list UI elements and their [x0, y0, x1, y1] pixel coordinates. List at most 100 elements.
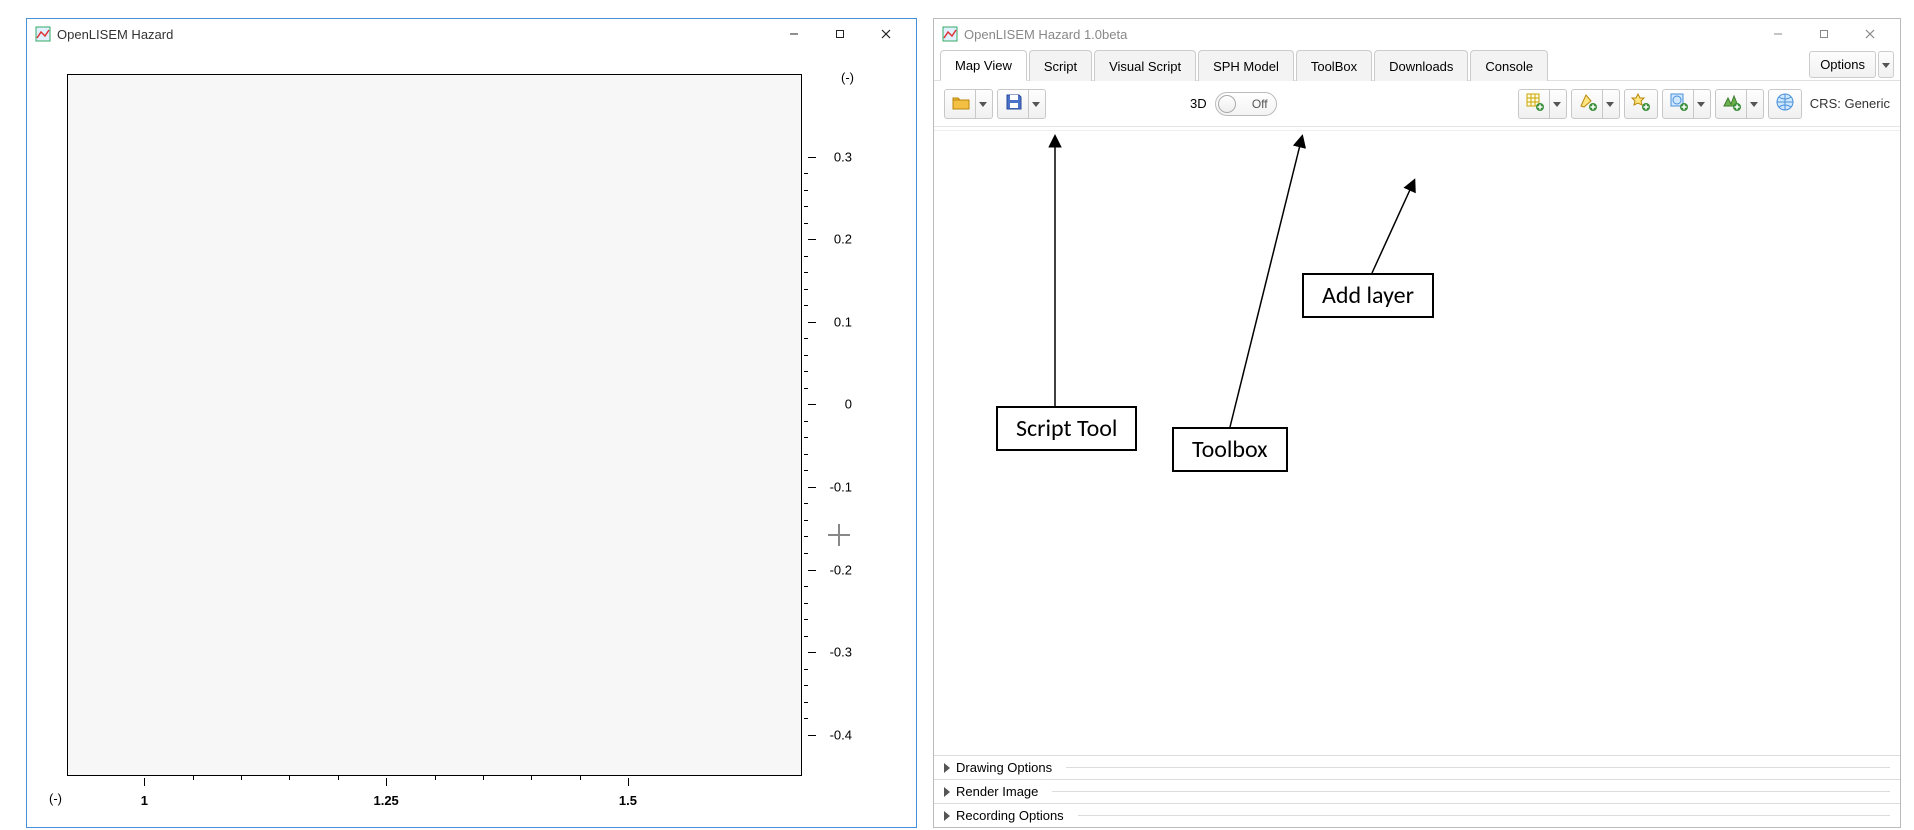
y-tick-label: -0.2 [822, 562, 852, 577]
y-tick-label: 0.1 [822, 314, 852, 329]
crs-label: CRS: Generic [1810, 96, 1890, 111]
tab-map-view[interactable]: Map View [940, 50, 1027, 81]
tab-label: ToolBox [1311, 59, 1357, 74]
y-tick [808, 239, 816, 240]
x-tick [628, 778, 629, 786]
y-minor-tick [804, 619, 808, 620]
crs-button[interactable] [1768, 89, 1802, 119]
point-plus-icon [1631, 92, 1651, 115]
map-canvas[interactable]: Script Tool Toolbox Add layer [934, 131, 1900, 755]
panel-drawing-options[interactable]: Drawing Options [934, 755, 1900, 779]
close-button[interactable] [1848, 20, 1892, 48]
options-dropdown[interactable] [1878, 51, 1894, 78]
add-grid-layer-button[interactable] [1518, 89, 1567, 119]
toolbar: 3D Off [934, 81, 1900, 127]
x-tick [144, 778, 145, 786]
callout-script-tool: Script Tool [996, 406, 1137, 451]
maximize-button[interactable] [818, 20, 862, 48]
app-icon [35, 26, 51, 42]
x-minor-tick [193, 776, 194, 780]
y-minor-tick [804, 305, 808, 306]
y-minor-tick [804, 454, 808, 455]
tab-downloads[interactable]: Downloads [1374, 50, 1468, 81]
save-icon [1004, 92, 1024, 115]
grid-plus-icon [1525, 92, 1545, 115]
add-terrain-layer-button[interactable] [1715, 89, 1764, 119]
x-tick-label: 1.25 [373, 793, 398, 808]
y-tick [808, 404, 816, 405]
panel-label: Recording Options [956, 808, 1064, 823]
tab-sph-model[interactable]: SPH Model [1198, 50, 1294, 81]
y-minor-tick [804, 421, 808, 422]
y-minor-tick [804, 289, 808, 290]
y-tick-label: -0.4 [822, 727, 852, 742]
tab-script[interactable]: Script [1029, 50, 1092, 81]
tab-label: Downloads [1389, 59, 1453, 74]
y-tick-label: 0.2 [822, 232, 852, 247]
plot-area[interactable]: (-) 0.30.20.10-0.1-0.2-0.3-0.4 (-) 11.25… [67, 74, 886, 812]
y-minor-tick [804, 536, 808, 537]
y-tick [808, 487, 816, 488]
chevron-down-icon [975, 90, 990, 118]
y-minor-tick [804, 223, 808, 224]
panel-recording-options[interactable]: Recording Options [934, 803, 1900, 827]
add-web-layer-button[interactable] [1662, 89, 1711, 119]
y-tick [808, 570, 816, 571]
y-minor-tick [804, 669, 808, 670]
panel-label: Render Image [956, 784, 1038, 799]
web-plus-icon [1669, 92, 1689, 115]
tabs-row: Map View Script Visual Script SPH Model Tool… [934, 49, 1900, 81]
callout-add-layer: Add layer [1302, 273, 1434, 318]
tab-label: Script [1044, 59, 1077, 74]
y-minor-tick [804, 503, 808, 504]
chevron-down-icon [1602, 90, 1617, 118]
options-button[interactable]: Options [1809, 51, 1876, 78]
x-minor-tick [289, 776, 290, 780]
titlebar-left: OpenLISEM Hazard [27, 19, 916, 49]
y-minor-tick [804, 553, 808, 554]
close-button[interactable] [864, 20, 908, 48]
y-minor-tick [804, 702, 808, 703]
y-tick-label: 0.3 [822, 149, 852, 164]
minimize-button[interactable] [1756, 20, 1800, 48]
toggle-knob [1218, 95, 1236, 113]
y-minor-tick [804, 520, 808, 521]
chevron-right-icon [944, 763, 950, 773]
folder-open-icon [951, 92, 971, 115]
y-minor-tick [804, 338, 808, 339]
y-axis-unit: (-) [841, 70, 854, 85]
x-minor-tick [483, 776, 484, 780]
left-window: OpenLISEM Hazard (-) 0.30.20.10-0.1-0.2-… [26, 18, 917, 828]
chevron-right-icon [944, 811, 950, 821]
minimize-button[interactable] [772, 20, 816, 48]
x-minor-tick [435, 776, 436, 780]
y-minor-tick [804, 586, 808, 587]
window-title: OpenLISEM Hazard [57, 27, 173, 42]
tab-visual-script[interactable]: Visual Script [1094, 50, 1196, 81]
save-button[interactable] [997, 89, 1046, 119]
tab-console[interactable]: Console [1470, 50, 1548, 81]
add-vector-layer-button[interactable] [1571, 89, 1620, 119]
options-label: Options [1820, 57, 1865, 72]
y-minor-tick [804, 603, 808, 604]
titlebar-right: OpenLISEM Hazard 1.0beta [934, 19, 1900, 49]
panel-render-image[interactable]: Render Image [934, 779, 1900, 803]
3d-toggle[interactable]: Off [1215, 92, 1277, 116]
window-title: OpenLISEM Hazard 1.0beta [964, 27, 1127, 42]
tab-label: SPH Model [1213, 59, 1279, 74]
y-tick [808, 157, 816, 158]
chevron-right-icon [944, 787, 950, 797]
y-tick-label: -0.1 [822, 479, 852, 494]
y-minor-tick [804, 685, 808, 686]
maximize-button[interactable] [1802, 20, 1846, 48]
terrain-plus-icon [1722, 92, 1742, 115]
globe-icon [1775, 92, 1795, 115]
add-point-layer-button[interactable] [1624, 89, 1658, 119]
y-minor-tick [804, 190, 808, 191]
y-minor-tick [804, 470, 808, 471]
vector-plus-icon [1578, 92, 1598, 115]
chevron-down-icon [1028, 90, 1043, 118]
tab-label: Visual Script [1109, 59, 1181, 74]
open-folder-button[interactable] [944, 89, 993, 119]
tab-toolbox[interactable]: ToolBox [1296, 50, 1372, 81]
